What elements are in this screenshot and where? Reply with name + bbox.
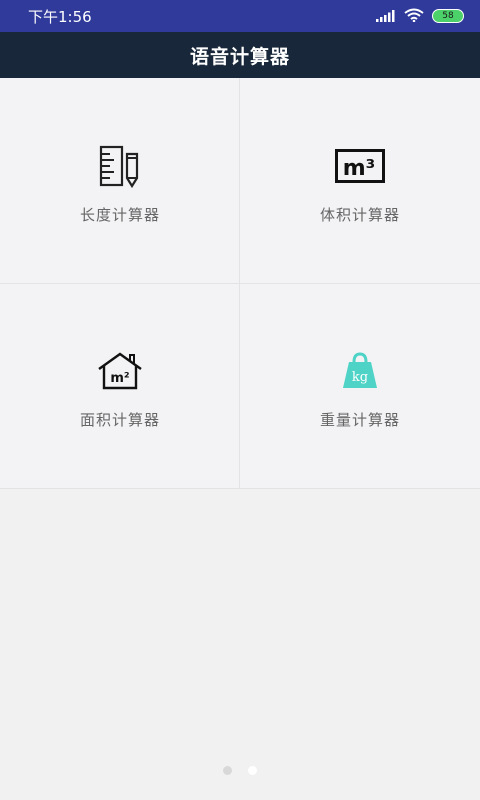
kg-weight-icon: kg bbox=[330, 349, 390, 393]
page-dot-2[interactable] bbox=[248, 766, 257, 775]
cubic-meter-icon: m³ bbox=[330, 144, 390, 188]
area-calculator-label: 面积计算器 bbox=[79, 411, 160, 429]
house-area-icon-text: m² bbox=[110, 371, 129, 386]
kg-weight-icon-text: kg bbox=[352, 370, 368, 385]
length-calculator-button[interactable]: 长度计算器 bbox=[0, 78, 240, 283]
house-area-icon: m² bbox=[90, 349, 150, 393]
area-calculator-button[interactable]: m² 面积计算器 bbox=[0, 283, 240, 488]
volume-calculator-label: 体积计算器 bbox=[319, 206, 400, 224]
wifi-icon bbox=[404, 7, 424, 26]
ruler-pencil-icon bbox=[90, 144, 150, 188]
status-bar: 下午1:56 58 bbox=[0, 0, 480, 32]
page-title: 语音计算器 bbox=[189, 45, 290, 68]
signal-icon bbox=[376, 7, 396, 26]
page-dot-1[interactable] bbox=[223, 766, 232, 775]
volume-calculator-button[interactable]: m³ 体积计算器 bbox=[240, 78, 480, 283]
weight-calculator-label: 重量计算器 bbox=[319, 411, 400, 429]
calculator-grid: 长度计算器 m³ 体积计算器 m² 面积计算器 kg 重量计算器 bbox=[0, 78, 480, 489]
weight-calculator-button[interactable]: kg 重量计算器 bbox=[240, 283, 480, 488]
status-icons: 58 bbox=[376, 0, 464, 32]
cubic-meter-icon-text: m³ bbox=[343, 156, 376, 181]
status-time: 下午1:56 bbox=[28, 7, 92, 26]
app-bar: 语音计算器 bbox=[0, 32, 480, 78]
page-indicator bbox=[0, 766, 480, 776]
battery-icon: 58 bbox=[432, 9, 464, 23]
length-calculator-label: 长度计算器 bbox=[79, 206, 160, 224]
